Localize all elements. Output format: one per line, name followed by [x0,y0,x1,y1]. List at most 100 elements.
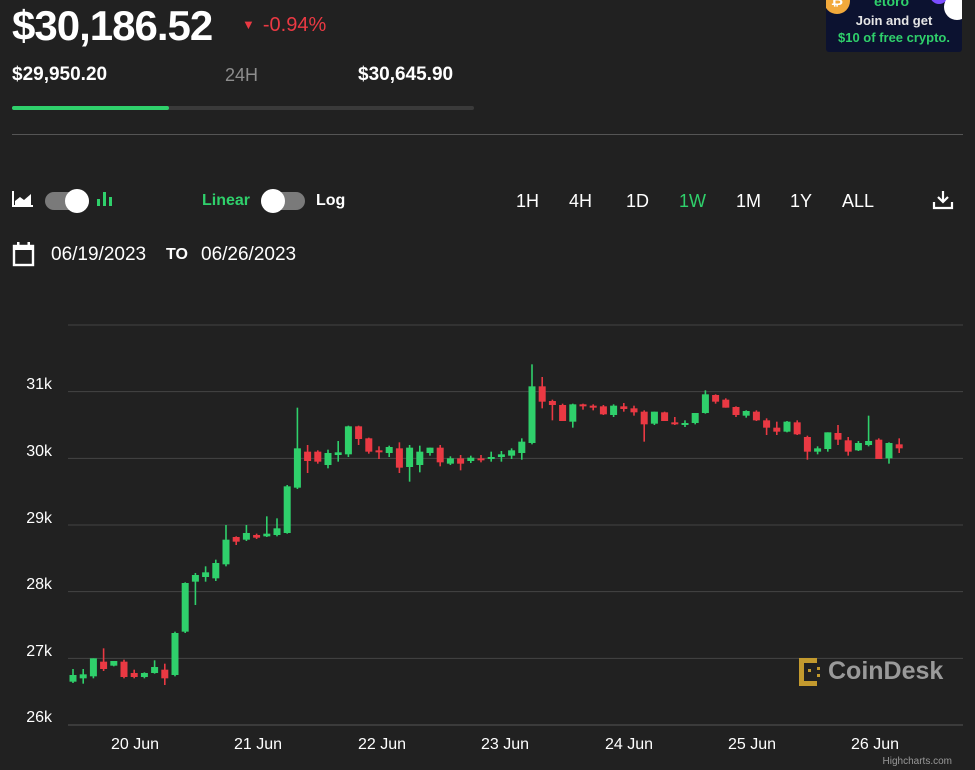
candle[interactable] [814,446,822,455]
x-tick: 25 Jun [727,736,777,753]
candle[interactable] [589,404,597,411]
candle[interactable] [222,525,230,567]
candle[interactable] [416,445,424,473]
candle-body [508,450,516,456]
candle-body [691,413,699,423]
candle[interactable] [691,413,699,425]
candle[interactable] [497,451,505,462]
candle[interactable] [406,445,414,482]
candle[interactable] [365,437,373,454]
candle[interactable] [212,559,220,581]
candle[interactable] [69,669,77,683]
candle[interactable] [232,536,240,545]
candle[interactable] [650,411,658,425]
candle[interactable] [314,450,322,464]
candle-body [773,427,781,432]
candle[interactable] [548,399,556,421]
candle[interactable] [824,432,832,452]
highcharts-credits[interactable]: Highcharts.com [883,756,952,767]
y-tick-28k: 28k [26,576,52,593]
candle[interactable] [599,405,607,415]
candle[interactable] [865,415,873,447]
candle[interactable] [569,403,577,428]
candle[interactable] [120,659,128,679]
candle[interactable] [161,663,169,685]
candle[interactable] [395,442,403,473]
candle[interactable] [283,485,291,534]
candle-body [171,633,179,675]
candle[interactable] [273,518,281,537]
candle[interactable] [895,438,903,453]
candle[interactable] [773,421,781,435]
candle[interactable] [477,455,485,463]
candle[interactable] [559,403,567,421]
candle[interactable] [732,406,740,417]
candle[interactable] [304,445,312,473]
candle-body [752,411,760,421]
candle[interactable] [467,455,475,463]
candle[interactable] [508,448,516,459]
candle[interactable] [487,451,495,462]
candle[interactable] [783,421,791,433]
candle[interactable] [375,446,383,459]
candle-body [763,420,771,428]
candle[interactable] [620,403,628,412]
candle[interactable] [538,377,546,409]
candle[interactable] [712,394,720,404]
candle[interactable] [763,418,771,435]
candle[interactable] [171,631,179,677]
candle[interactable] [630,405,638,416]
candle[interactable] [875,438,883,459]
candle[interactable] [181,582,189,633]
candle[interactable] [89,658,97,679]
candle[interactable] [202,566,210,582]
candle-body [569,404,577,422]
candle[interactable] [355,425,363,445]
candle[interactable] [140,672,148,679]
candle[interactable] [854,441,862,451]
candle[interactable] [885,442,893,464]
candle-body [538,386,546,402]
candle[interactable] [191,573,199,605]
candle[interactable] [752,410,760,421]
candle[interactable] [110,661,118,667]
candle-body [110,661,118,666]
candle[interactable] [803,435,811,460]
candle[interactable] [242,525,250,541]
candle-body [79,674,87,679]
candle-body [181,583,189,632]
candle[interactable] [742,410,750,418]
candle[interactable] [263,516,271,537]
candle-body [406,447,414,467]
candle-body [242,533,250,540]
candle[interactable] [344,425,352,457]
candle[interactable] [681,420,689,427]
candle[interactable] [457,455,465,471]
candle[interactable] [293,407,301,489]
candle[interactable] [100,648,108,671]
candle[interactable] [528,364,536,445]
candle[interactable] [579,403,587,410]
candle[interactable] [610,404,618,417]
candle[interactable] [640,410,648,442]
candle[interactable] [834,425,842,445]
candle[interactable] [436,445,444,467]
candlestick-chart [68,324,963,726]
candle[interactable] [79,669,87,684]
candle[interactable] [722,398,730,408]
candle[interactable] [385,445,393,457]
candle[interactable] [130,669,138,679]
candle[interactable] [446,456,454,465]
candle[interactable] [253,533,261,539]
candle[interactable] [426,447,434,456]
candle-body [161,669,169,679]
candle[interactable] [518,438,526,460]
candle[interactable] [844,437,852,456]
candle[interactable] [701,390,709,414]
candle[interactable] [324,449,332,469]
candle[interactable] [793,420,801,435]
candle[interactable] [661,411,669,421]
candle[interactable] [151,660,159,674]
candle[interactable] [671,417,679,425]
candle-body [324,453,332,465]
